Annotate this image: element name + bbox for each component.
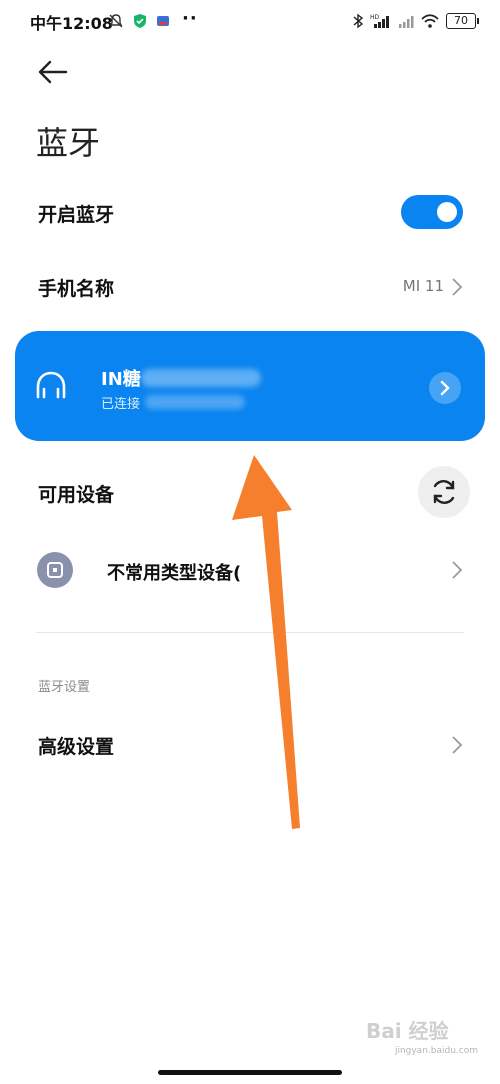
device-label: 不常用类型设备( — [107, 563, 242, 584]
baidu-jingyan-watermark: Bai 经验 jingyan.baidu.com — [358, 1014, 478, 1062]
generic-device-icon — [37, 552, 73, 588]
chevron-right-icon — [452, 561, 463, 579]
bluetooth-toggle-label: 开启蓝牙 — [38, 204, 115, 226]
battery-icon: 70 — [446, 13, 479, 29]
signal-hd-icon: HD — [370, 14, 389, 28]
advanced-settings-row[interactable]: 高级设置 — [0, 718, 500, 774]
divider — [36, 632, 464, 633]
connected-device-card[interactable]: IN糖 已连接 — [15, 331, 485, 441]
advanced-settings-label: 高级设置 — [38, 736, 115, 758]
svg-text:HD: HD — [370, 14, 380, 21]
chevron-right-icon — [440, 380, 450, 396]
device-details-button[interactable] — [429, 372, 461, 404]
connected-device-status: 已连接 — [101, 397, 141, 412]
more-notifications-icon: ·· — [182, 8, 198, 29]
bell-muted-icon — [109, 14, 123, 28]
connected-device-name: IN糖 — [101, 369, 141, 390]
status-time: 中午12:08 — [30, 14, 113, 33]
chevron-right-icon — [452, 278, 463, 296]
available-devices-label: 可用设备 — [38, 484, 115, 506]
redacted-status-detail — [145, 395, 245, 409]
bluetooth-status-icon — [353, 13, 364, 29]
status-right-icons: HD 70 — [352, 11, 479, 31]
refresh-button[interactable] — [418, 466, 470, 518]
wifi-icon — [421, 14, 439, 28]
list-item[interactable]: 不常用类型设备( — [0, 540, 500, 600]
page-title: 蓝牙 — [36, 124, 101, 162]
section-header: 蓝牙设置 — [38, 680, 91, 695]
home-indicator[interactable] — [158, 1070, 342, 1075]
refresh-icon — [433, 480, 455, 504]
back-arrow-icon[interactable] — [36, 56, 72, 88]
signal-icon — [399, 16, 414, 28]
bluetooth-toggle-switch[interactable] — [401, 195, 463, 229]
available-devices-header: 可用设备 — [0, 466, 500, 518]
shield-icon — [134, 14, 146, 28]
bluetooth-toggle-row[interactable]: 开启蓝牙 — [0, 184, 500, 240]
redacted-device-id — [141, 369, 261, 387]
device-name-row[interactable]: 手机名称 MI 11 — [0, 258, 500, 314]
chevron-right-icon — [452, 736, 463, 754]
svg-text:Bai 经验: Bai 经验 — [366, 1019, 449, 1043]
status-bar: 中午12:08 ·· HD 70 — [0, 0, 500, 44]
baidu-logo-icon: Bai 经验 — [366, 1019, 449, 1043]
device-name-label: 手机名称 — [38, 278, 115, 300]
watermark-url: jingyan.baidu.com — [394, 1046, 478, 1056]
headphones-icon — [36, 371, 66, 399]
device-name-value: MI 11 — [402, 277, 444, 295]
toggle-knob — [437, 202, 457, 222]
app-notification-icon — [157, 16, 169, 26]
